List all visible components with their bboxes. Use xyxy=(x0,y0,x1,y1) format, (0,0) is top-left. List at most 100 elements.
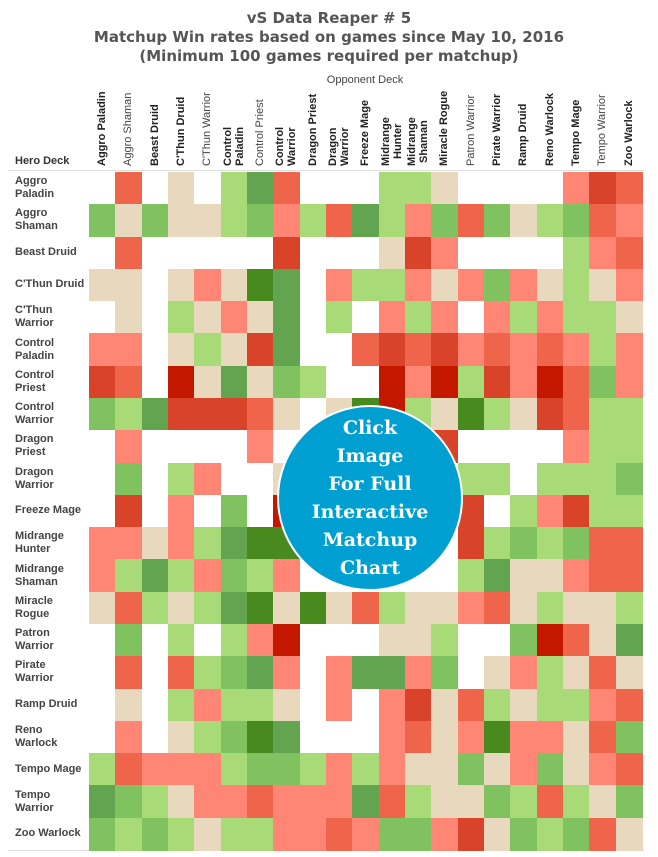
heatmap-cell[interactable] xyxy=(536,172,564,205)
heatmap-cell[interactable] xyxy=(536,656,564,690)
heatmap-cell[interactable] xyxy=(352,172,380,205)
heatmap-cell[interactable] xyxy=(141,527,169,561)
heatmap-cell[interactable] xyxy=(378,817,406,851)
heatmap-cell[interactable] xyxy=(510,785,538,819)
heatmap-cell[interactable] xyxy=(168,753,195,787)
heatmap-cell[interactable] xyxy=(299,720,327,754)
heatmap-cell[interactable] xyxy=(141,720,169,754)
heatmap-cell[interactable] xyxy=(589,333,617,367)
heatmap-cell[interactable] xyxy=(405,656,432,690)
heatmap-cell[interactable] xyxy=(378,333,406,367)
heatmap-cell[interactable] xyxy=(378,656,406,690)
heatmap-cell[interactable] xyxy=(615,268,643,302)
heatmap-cell[interactable] xyxy=(510,720,538,754)
heatmap-cell[interactable] xyxy=(220,365,248,399)
heatmap-cell[interactable] xyxy=(220,624,248,657)
heatmap-cell[interactable] xyxy=(89,624,116,657)
heatmap-cell[interactable] xyxy=(299,204,327,238)
heatmap-cell[interactable] xyxy=(563,753,590,787)
heatmap-cell[interactable] xyxy=(273,268,301,302)
heatmap-cell[interactable] xyxy=(247,365,274,399)
heatmap-cell[interactable] xyxy=(589,624,617,657)
heatmap-cell[interactable] xyxy=(615,365,643,399)
heatmap-cell[interactable] xyxy=(168,817,195,851)
heatmap-cell[interactable] xyxy=(194,268,222,302)
heatmap-cell[interactable] xyxy=(273,591,301,625)
heatmap-cell[interactable] xyxy=(220,204,248,238)
heatmap-cell[interactable] xyxy=(615,720,643,754)
heatmap-cell[interactable] xyxy=(378,785,406,819)
heatmap-cell[interactable] xyxy=(589,817,617,851)
heatmap-cell[interactable] xyxy=(589,591,617,625)
heatmap-cell[interactable] xyxy=(615,494,643,528)
heatmap-cell[interactable] xyxy=(589,559,617,593)
heatmap-cell[interactable] xyxy=(457,753,485,787)
heatmap-cell[interactable] xyxy=(299,172,327,205)
heatmap-cell[interactable] xyxy=(89,236,116,270)
heatmap-cell[interactable] xyxy=(563,204,590,238)
heatmap-cell[interactable] xyxy=(563,398,590,431)
heatmap-cell[interactable] xyxy=(115,494,143,528)
heatmap-cell[interactable] xyxy=(194,301,222,335)
heatmap-cell[interactable] xyxy=(457,430,485,464)
heatmap-cell[interactable] xyxy=(510,753,538,787)
heatmap-cell[interactable] xyxy=(273,236,301,270)
heatmap-cell[interactable] xyxy=(405,785,432,819)
heatmap-cell[interactable] xyxy=(589,301,617,335)
heatmap-cell[interactable] xyxy=(484,785,511,819)
heatmap-cell[interactable] xyxy=(168,527,195,561)
heatmap-cell[interactable] xyxy=(510,430,538,464)
heatmap-cell[interactable] xyxy=(589,462,617,496)
heatmap-cell[interactable] xyxy=(273,624,301,657)
heatmap-cell[interactable] xyxy=(563,624,590,657)
heatmap-cell[interactable] xyxy=(536,753,564,787)
heatmap-cell[interactable] xyxy=(141,494,169,528)
heatmap-cell[interactable] xyxy=(299,817,327,851)
heatmap-cell[interactable] xyxy=(247,753,274,787)
heatmap-cell[interactable] xyxy=(247,301,274,335)
heatmap-cell[interactable] xyxy=(378,301,406,335)
heatmap-cell[interactable] xyxy=(457,688,485,722)
heatmap-cell[interactable] xyxy=(431,333,459,367)
heatmap-cell[interactable] xyxy=(273,688,301,722)
heatmap-cell[interactable] xyxy=(431,720,459,754)
heatmap-cell[interactable] xyxy=(220,753,248,787)
heatmap-cell[interactable] xyxy=(247,817,274,851)
heatmap-cell[interactable] xyxy=(378,753,406,787)
heatmap-cell[interactable] xyxy=(536,236,564,270)
heatmap-cell[interactable] xyxy=(615,301,643,335)
heatmap-cell[interactable] xyxy=(168,462,195,496)
heatmap-cell[interactable] xyxy=(484,591,511,625)
heatmap-cell[interactable] xyxy=(220,172,248,205)
heatmap-cell[interactable] xyxy=(168,656,195,690)
heatmap-cell[interactable] xyxy=(141,236,169,270)
heatmap-cell[interactable] xyxy=(378,720,406,754)
heatmap-cell[interactable] xyxy=(194,398,222,431)
heatmap-cell[interactable] xyxy=(115,365,143,399)
heatmap-cell[interactable] xyxy=(141,430,169,464)
heatmap-cell[interactable] xyxy=(378,236,406,270)
heatmap-cell[interactable] xyxy=(484,172,511,205)
heatmap-cell[interactable] xyxy=(431,624,459,657)
heatmap-cell[interactable] xyxy=(563,236,590,270)
heatmap-cell[interactable] xyxy=(563,785,590,819)
heatmap-cell[interactable] xyxy=(220,720,248,754)
heatmap-cell[interactable] xyxy=(273,720,301,754)
heatmap-cell[interactable] xyxy=(273,398,301,431)
heatmap-cell[interactable] xyxy=(326,365,353,399)
heatmap-cell[interactable] xyxy=(563,559,590,593)
heatmap-cell[interactable] xyxy=(168,785,195,819)
heatmap-cell[interactable] xyxy=(89,268,116,302)
heatmap-cell[interactable] xyxy=(484,817,511,851)
heatmap-cell[interactable] xyxy=(405,591,432,625)
heatmap-cell[interactable] xyxy=(510,333,538,367)
interactive-chart-link-badge[interactable]: Click Image For Full Interactive Matchup… xyxy=(277,405,463,591)
heatmap-cell[interactable] xyxy=(589,172,617,205)
heatmap-cell[interactable] xyxy=(89,398,116,431)
heatmap-cell[interactable] xyxy=(378,204,406,238)
heatmap-cell[interactable] xyxy=(89,172,116,205)
heatmap-cell[interactable] xyxy=(536,430,564,464)
heatmap-cell[interactable] xyxy=(299,753,327,787)
heatmap-cell[interactable] xyxy=(431,591,459,625)
heatmap-cell[interactable] xyxy=(326,204,353,238)
